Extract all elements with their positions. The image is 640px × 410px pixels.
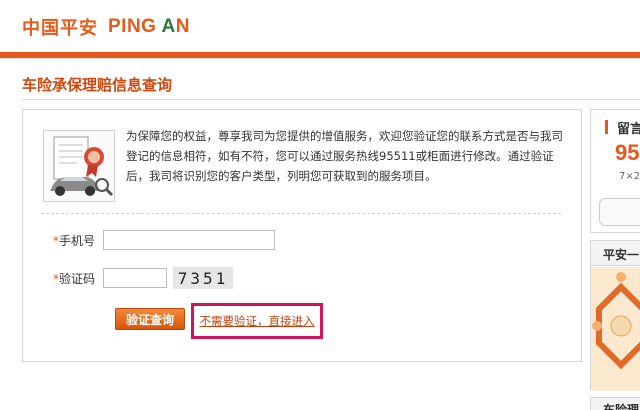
section-marker xyxy=(605,120,608,134)
skip-verification-link[interactable]: 不需要验证，直接进入 xyxy=(200,313,315,329)
phone-row: *手机号 xyxy=(23,230,275,250)
logo-en-part1: PING xyxy=(108,16,162,37)
service-diagram-box: 平安一 xyxy=(590,240,640,391)
page-title: 车险承保理赔信息查询 xyxy=(22,76,173,94)
phone-label: *手机号 xyxy=(23,232,103,249)
skip-link-highlight: 不需要验证，直接进入 xyxy=(191,303,323,339)
intro-description: 为保障您的权益，尊享我司为您提供的增值服务，欢迎您验证您的联系方式是否与我司登记… xyxy=(126,129,563,183)
claims-box-title: 车险理 xyxy=(603,403,640,410)
service-hours: 7×2 xyxy=(619,171,640,182)
title-divider xyxy=(22,99,640,100)
captcha-label: *验证码 xyxy=(23,270,103,287)
verification-panel: 为保障您的权益，尊享我司为您提供的增值服务，欢迎您验证您的联系方式是否与我司登记… xyxy=(22,109,582,362)
right-sidebar: 留言 95 7×2 平安一 车险理 xyxy=(590,109,640,410)
hotline-box: 留言 95 7×2 xyxy=(590,109,640,233)
header-divider xyxy=(0,58,640,59)
pingan-logo[interactable]: 中国平安 PING AN xyxy=(22,14,190,40)
logo-english-text: PING AN xyxy=(108,16,190,38)
verify-query-button[interactable]: 验证查询 xyxy=(115,308,185,330)
captcha-label-text: 验证码 xyxy=(58,271,95,286)
phone-label-text: 手机号 xyxy=(58,233,95,248)
logo-en-a: A xyxy=(161,16,176,37)
logo-en-part2: N xyxy=(175,16,190,37)
dashed-divider xyxy=(41,213,561,214)
logo-chinese-text: 中国平安 xyxy=(22,18,98,39)
insurance-document-car-icon xyxy=(43,130,115,202)
service-box-title: 平安一 xyxy=(591,241,640,266)
captcha-input[interactable] xyxy=(103,268,167,288)
hotline-number: 95 xyxy=(615,140,640,165)
captcha-image[interactable]: 7351 xyxy=(173,267,233,289)
phone-input[interactable] xyxy=(103,230,275,250)
hotline-box-title: 留言 xyxy=(617,122,640,137)
site-header: 中国平安 PING AN xyxy=(0,0,640,52)
service-diagram xyxy=(591,267,640,391)
message-button[interactable] xyxy=(599,198,640,226)
claims-box: 车险理 xyxy=(590,397,640,410)
captcha-row: *验证码 7351 xyxy=(23,267,233,289)
